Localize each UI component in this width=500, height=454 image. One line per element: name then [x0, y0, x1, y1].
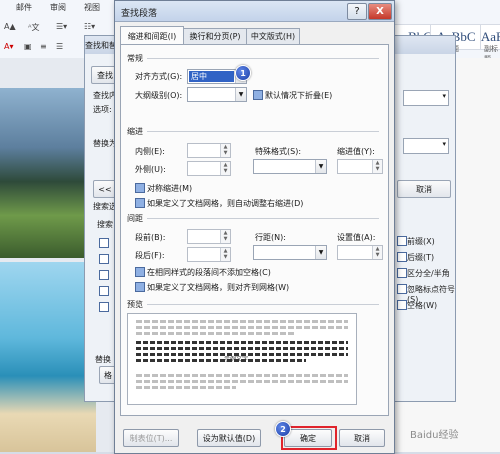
spacing-section-title: 间距: [127, 214, 143, 223]
mirror-indents-label: 对称缩进(M): [147, 184, 193, 193]
find-options-label: 选项:: [93, 105, 112, 114]
bullets-icon[interactable]: ☰▾: [56, 22, 67, 31]
mirror-indents-checkbox[interactable]: [135, 183, 145, 193]
paragraph-dialog-titlebar[interactable]: 查找段落 ? X: [115, 1, 394, 22]
auto-right-indent-checkbox[interactable]: [135, 198, 145, 208]
ok-button[interactable]: 确定: [284, 429, 332, 447]
replace-section-label: 替换: [95, 355, 111, 364]
match-width-label: 区分全/半角: [407, 269, 450, 278]
outline-level-label: 大纲级别(O):: [135, 91, 183, 100]
tab-indent-spacing[interactable]: 缩进和间距(I): [120, 26, 184, 45]
line-spacing-at-spinner[interactable]: ▲ ▼: [337, 245, 383, 260]
ignore-space-checkbox[interactable]: [397, 300, 407, 310]
find-dialog-title: 查找和替: [85, 41, 117, 50]
no-space-same-style-label: 在相同样式的段落间不添加空格(C): [147, 268, 271, 277]
font-size-icon[interactable]: A▲: [4, 22, 16, 31]
indent-outside-spinner[interactable]: ▲ ▼: [187, 161, 231, 176]
close-icon: X: [376, 6, 384, 17]
tabs-button[interactable]: 制表位(T)...: [123, 429, 179, 447]
line-spacing-select[interactable]: ▼: [253, 245, 327, 260]
alignment-value: 居中: [189, 71, 234, 82]
help-icon: ?: [354, 6, 360, 17]
special-indent-select[interactable]: ▼: [253, 159, 327, 174]
ignore-punct-checkbox[interactable]: [397, 284, 407, 294]
ribbon-tab-view[interactable]: 视图: [84, 2, 100, 13]
set-default-button[interactable]: 设为默认值(D): [197, 429, 261, 447]
align-icon[interactable]: ≡: [40, 42, 47, 51]
collapse-default-label: 默认情况下折叠(E): [265, 91, 333, 100]
match-suffix-label: 后缀(T): [407, 253, 435, 262]
line-spacing-at-label: 设置值(A):: [337, 233, 376, 242]
section-divider: [147, 218, 379, 219]
help-button[interactable]: ?: [347, 3, 367, 20]
find-what-combo[interactable]: ▾: [403, 90, 449, 106]
search-direction-label: 搜索: [97, 220, 113, 229]
tab-asian-typography[interactable]: 中文版式(H): [246, 28, 300, 44]
general-section-title: 常规: [127, 54, 143, 63]
indent-by-label: 缩进值(Y):: [337, 147, 375, 156]
collapse-default-checkbox[interactable]: [253, 90, 263, 100]
ribbon-tab-mail[interactable]: 邮件: [16, 2, 32, 13]
find-option-checkbox[interactable]: [99, 238, 109, 248]
space-before-label: 段前(B):: [135, 233, 166, 242]
snap-to-grid-checkbox[interactable]: [135, 282, 145, 292]
space-after-spinner[interactable]: ▲ ▼: [187, 247, 231, 262]
no-space-same-style-checkbox[interactable]: [135, 267, 145, 277]
preview-sample-text: 示例文字: [224, 356, 249, 363]
find-option-checkbox[interactable]: [99, 286, 109, 296]
auto-right-indent-label: 如果定义了文档网格，则自动调整右缩进(D): [147, 199, 304, 208]
match-prefix-checkbox[interactable]: [397, 236, 407, 246]
find-cancel-button[interactable]: 取消: [397, 180, 451, 198]
snap-to-grid-label: 如果定义了文档网格，则对齐到网格(W): [147, 283, 290, 292]
indent-section-title: 缩进: [127, 127, 143, 136]
phonetic-icon[interactable]: ᴬ文: [28, 22, 39, 33]
cancel-button[interactable]: 取消: [339, 429, 385, 447]
indent-inside-label: 内侧(E):: [135, 147, 165, 156]
indent-by-spinner[interactable]: ▲ ▼: [337, 159, 383, 174]
chevron-down-icon: ▼: [315, 246, 326, 259]
step-marker-2: 2: [275, 421, 291, 437]
replace-with-combo[interactable]: ▾: [403, 138, 449, 154]
font-color-icon[interactable]: A▾: [4, 42, 14, 51]
paragraph-preview: 示例文字: [127, 313, 357, 405]
paragraph-dialog: 查找段落 ? X 缩进和间距(I) 换行和分页(P) 中文版式(H) 常规 对齐…: [114, 0, 395, 454]
preview-section-title: 预览: [127, 300, 143, 309]
match-width-checkbox[interactable]: [397, 268, 407, 278]
find-option-checkbox[interactable]: [99, 302, 109, 312]
space-before-spinner[interactable]: ▲ ▼: [187, 229, 231, 244]
char-border-icon[interactable]: ▣: [24, 42, 32, 51]
find-option-checkbox[interactable]: [99, 254, 109, 264]
indent-outside-label: 外侧(U):: [135, 165, 166, 174]
special-indent-label: 特殊格式(S):: [255, 147, 302, 156]
chevron-down-icon: ▼: [315, 160, 326, 173]
watermark-logo: Baidu经验: [410, 430, 459, 441]
outline-level-select[interactable]: ▼: [187, 87, 247, 102]
section-divider: [147, 58, 379, 59]
step-marker-1: 1: [235, 65, 251, 81]
match-prefix-label: 前缀(X): [407, 237, 435, 246]
numbering-icon[interactable]: ☷▾: [84, 22, 95, 31]
document-image-beach: [0, 262, 96, 452]
tab-line-page-breaks[interactable]: 换行和分页(P): [183, 28, 247, 44]
document-image-mountains: [0, 88, 96, 258]
line-spacing-label: 行距(N):: [255, 233, 286, 242]
chevron-down-icon: ▼: [235, 88, 246, 101]
align-center-icon[interactable]: ☰: [56, 42, 63, 51]
find-option-checkbox[interactable]: [99, 270, 109, 280]
section-divider: [147, 304, 379, 305]
section-divider: [147, 131, 379, 132]
match-suffix-checkbox[interactable]: [397, 252, 407, 262]
indent-inside-spinner[interactable]: ▲ ▼: [187, 143, 231, 158]
ignore-space-label: 空格(W): [407, 301, 438, 310]
alignment-label: 对齐方式(G):: [135, 72, 183, 81]
close-button[interactable]: X: [368, 3, 392, 20]
ribbon-tab-review[interactable]: 审阅: [50, 2, 66, 13]
dialog-title: 查找段落: [121, 9, 158, 19]
space-after-label: 段后(F):: [135, 251, 165, 260]
